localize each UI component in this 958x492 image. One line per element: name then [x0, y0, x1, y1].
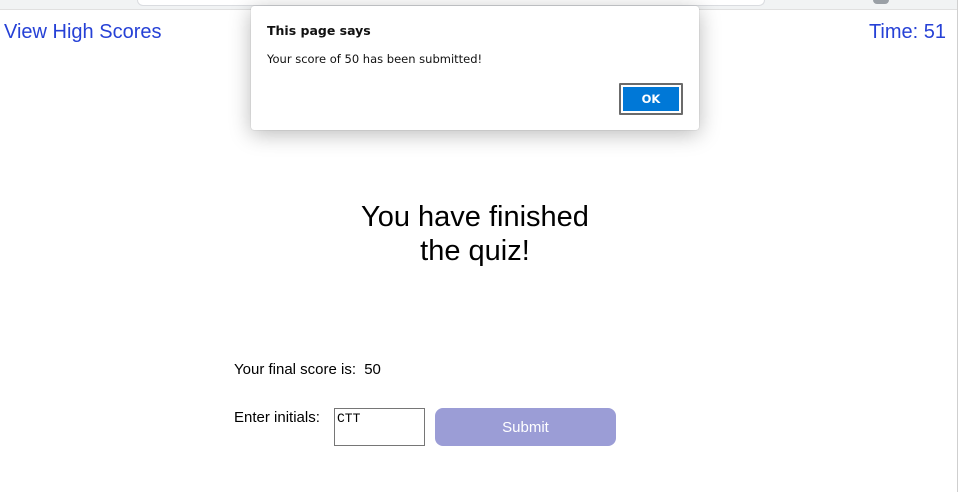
- submit-button[interactable]: Submit: [435, 408, 616, 446]
- ok-button-focus-ring: OK: [619, 83, 683, 115]
- initials-input[interactable]: CTT: [334, 408, 425, 446]
- initials-label: Enter initials:: [234, 409, 320, 426]
- profile-avatar-edge: [873, 0, 889, 4]
- quiz-finished-heading: You have finished the quiz!: [361, 201, 589, 267]
- timer: Time: 51: [868, 21, 946, 43]
- final-score-label: Your final score is:: [234, 361, 357, 378]
- ok-button[interactable]: OK: [623, 87, 679, 111]
- dialog-message: Your score of 50 has been submitted!: [267, 52, 483, 66]
- view-high-scores-link[interactable]: View High Scores: [4, 21, 161, 44]
- dialog-title: This page says: [267, 23, 371, 38]
- final-score-value: 50: [364, 361, 381, 378]
- alert-dialog: This page says Your score of 50 has been…: [251, 6, 699, 130]
- final-score-line: Your final score is: 50: [234, 361, 381, 378]
